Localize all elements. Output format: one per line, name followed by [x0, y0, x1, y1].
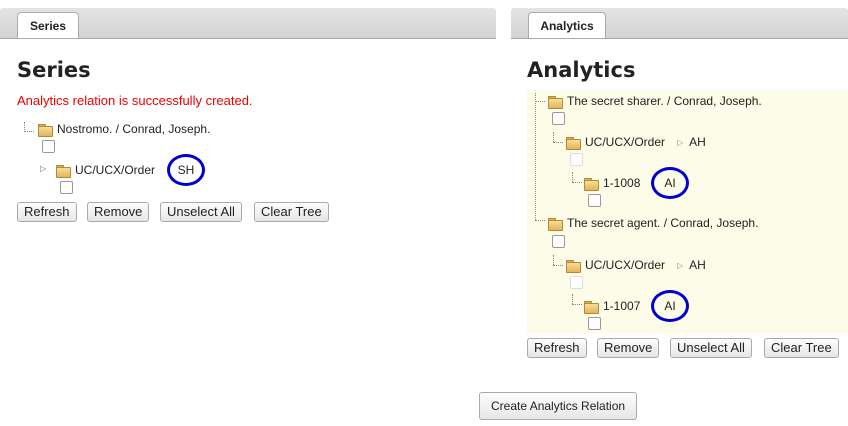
- left-tab-bar: Series: [0, 8, 496, 39]
- tree-connector: [572, 294, 573, 304]
- refresh-button[interactable]: Refresh: [527, 338, 587, 358]
- success-message: Analytics relation is successfully creat…: [17, 93, 253, 108]
- tree-node-child[interactable]: UC/UCX/Order ▷ AH: [566, 256, 706, 274]
- tree-node-root[interactable]: The secret sharer. / Conrad, Joseph.: [548, 92, 762, 110]
- folder-icon: [548, 95, 563, 109]
- tree-node-checkbox[interactable]: [552, 112, 565, 125]
- tree-connector: [553, 255, 554, 265]
- relation-arrow-icon: ▷: [677, 137, 684, 147]
- tree-node-checkbox[interactable]: [570, 153, 583, 166]
- analytics-tree-panel: [527, 90, 848, 334]
- folder-icon: [584, 177, 599, 191]
- tree-node-label: 1-1008: [603, 176, 641, 190]
- series-heading: Series: [17, 58, 91, 82]
- sh-annotation-badge: SH: [167, 154, 205, 186]
- refresh-button[interactable]: Refresh: [17, 202, 77, 222]
- tree-connector: [553, 265, 563, 266]
- create-analytics-relation-button[interactable]: Create Analytics Relation: [479, 392, 638, 420]
- clear-tree-button[interactable]: Clear Tree: [764, 338, 839, 358]
- tree-connector: [24, 131, 34, 132]
- tree-node-checkbox[interactable]: [552, 235, 565, 248]
- tree-node-child[interactable]: UC/UCX/Order ▷ AH: [566, 133, 706, 151]
- tree-node-root[interactable]: The secret agent. / Conrad, Joseph.: [548, 214, 758, 232]
- tree-node-label: UC/UCX/Order: [585, 135, 666, 149]
- tree-connector: [572, 182, 582, 183]
- tree-node-leaf[interactable]: 1-1008: [584, 174, 640, 192]
- clear-tree-button[interactable]: Clear Tree: [254, 202, 329, 222]
- tree-node-checkbox[interactable]: [588, 317, 601, 330]
- remove-button[interactable]: Remove: [597, 338, 660, 358]
- tree-node-label: Nostromo. / Conrad, Joseph.: [57, 122, 211, 136]
- folder-icon: [548, 217, 563, 231]
- tab-analytics[interactable]: Analytics: [528, 12, 606, 38]
- relation-tag: AH: [689, 258, 706, 272]
- unselect-all-button[interactable]: Unselect All: [160, 202, 242, 222]
- tree-node-checkbox[interactable]: [570, 276, 583, 289]
- tree-node-checkbox[interactable]: [42, 140, 55, 153]
- tree-node-leaf[interactable]: 1-1007: [584, 297, 640, 315]
- tree-node-root[interactable]: Nostromo. / Conrad, Joseph.: [38, 120, 210, 138]
- unselect-all-button[interactable]: Unselect All: [670, 338, 752, 358]
- ai-annotation-badge: AI: [651, 167, 689, 199]
- tree-node-label: 1-1007: [603, 299, 641, 313]
- right-tab-bar: Analytics: [511, 8, 848, 39]
- tree-node-label: The secret sharer. / Conrad, Joseph.: [567, 94, 762, 108]
- tree-connector: [553, 142, 563, 143]
- tree-connector: [535, 101, 545, 102]
- tree-node-checkbox[interactable]: [60, 181, 73, 194]
- tab-series[interactable]: Series: [17, 12, 79, 38]
- remove-button[interactable]: Remove: [87, 202, 150, 222]
- tree-node-label: The secret agent. / Conrad, Joseph.: [567, 216, 759, 230]
- relation-tag: AH: [689, 135, 706, 149]
- tree-node-checkbox[interactable]: [588, 194, 601, 207]
- tree-connector: [553, 132, 554, 142]
- folder-icon: [566, 259, 581, 273]
- folder-icon: [566, 136, 581, 150]
- tree-connector: [572, 172, 573, 182]
- folder-icon: [56, 164, 71, 178]
- analytics-heading: Analytics: [527, 58, 636, 82]
- tree-connector: [572, 304, 582, 305]
- folder-icon: [584, 300, 599, 314]
- tree-node-label: UC/UCX/Order: [585, 258, 666, 272]
- ai-annotation-badge: AI: [651, 290, 689, 322]
- tree-connector: [535, 220, 545, 221]
- tree-connector: [535, 93, 536, 220]
- tree-node-child[interactable]: UC/UCX/Order: [56, 161, 155, 179]
- tree-node-label: UC/UCX/Order: [75, 163, 156, 177]
- expand-icon[interactable]: ▷: [40, 164, 46, 173]
- folder-icon: [38, 123, 53, 137]
- relation-arrow-icon: ▷: [677, 260, 684, 270]
